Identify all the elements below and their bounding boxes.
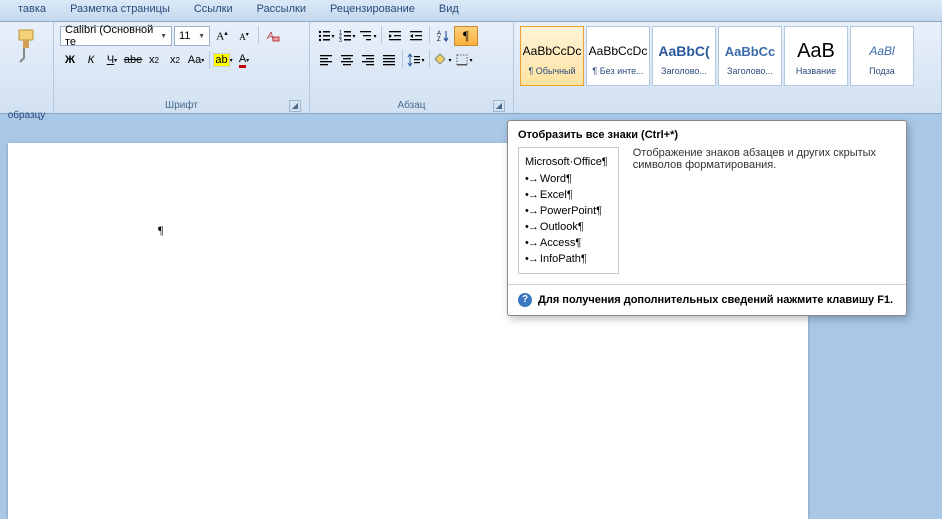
strikethrough-button[interactable]: abe xyxy=(123,50,143,70)
paragraph-group-label: Абзац ◢ xyxy=(316,98,507,113)
tooltip-list-item: InfoPath¶ xyxy=(525,251,608,267)
tooltip-footer-text: Для получения дополнительных сведений на… xyxy=(538,294,893,306)
group-clipboard: образцу xyxy=(0,22,54,113)
separator xyxy=(258,26,259,44)
style-name: Заголово... xyxy=(720,66,780,76)
paragraph-dialog-launcher[interactable]: ◢ xyxy=(493,100,505,112)
tooltip-description: Отображение знаков абзацев и других скры… xyxy=(633,147,896,274)
separator xyxy=(429,50,430,68)
group-paragraph: ▾ 123▾ ▾ AZ ¶ ▾ ▾ ▾ xyxy=(310,22,514,113)
font-dialog-launcher[interactable]: ◢ xyxy=(289,100,301,112)
shading-button[interactable]: ▾ xyxy=(433,50,453,70)
ribbon: образцу Calibri (Основной те ▼ 11 ▼ A▴ A… xyxy=(0,22,942,114)
tab-view[interactable]: Вид xyxy=(427,0,471,21)
font-size-value: 11 xyxy=(179,30,190,42)
dropdown-arrow-icon: ▼ xyxy=(198,33,205,40)
separator xyxy=(429,26,430,44)
svg-text:Z: Z xyxy=(437,37,441,43)
group-styles: AaBbCcDc¶ ОбычныйAaBbCcDc¶ Без инте...Aa… xyxy=(514,22,942,113)
style-gallery-item[interactable]: AaBbCcDc¶ Без инте... xyxy=(586,26,650,86)
sort-button[interactable]: AZ xyxy=(433,26,453,46)
ribbon-tabs: тавка Разметка страницы Ссылки Рассылки … xyxy=(0,0,942,22)
style-name: ¶ Обычный xyxy=(522,66,582,76)
dropdown-arrow-icon: ▼ xyxy=(160,33,167,40)
style-preview: AaBbCcDc xyxy=(523,36,582,66)
svg-text:3: 3 xyxy=(339,38,342,43)
style-name: Заголово... xyxy=(654,66,714,76)
tooltip-list-item: Access¶ xyxy=(525,235,608,251)
format-painter-icon[interactable] xyxy=(11,28,43,66)
underline-button[interactable]: Ч▾ xyxy=(102,50,122,70)
tab-mailings[interactable]: Рассылки xyxy=(245,0,318,21)
tooltip-list-item: Word¶ xyxy=(525,171,608,187)
italic-button[interactable]: К xyxy=(81,50,101,70)
style-preview: AaBbCcDc xyxy=(589,36,648,66)
tooltip-list-title: Microsoft·Office¶ xyxy=(525,154,608,170)
numbering-button[interactable]: 123▾ xyxy=(337,26,357,46)
subscript-button[interactable]: x2 xyxy=(144,50,164,70)
separator xyxy=(209,51,210,69)
tab-review[interactable]: Рецензирование xyxy=(318,0,427,21)
justify-button[interactable] xyxy=(379,50,399,70)
style-gallery-item[interactable]: AaBbCcЗаголово... xyxy=(718,26,782,86)
style-preview: AaBl xyxy=(869,36,894,66)
tooltip-example: Microsoft·Office¶ Word¶Excel¶PowerPoint¶… xyxy=(518,147,619,274)
style-gallery-item[interactable]: AaBНазвание xyxy=(784,26,848,86)
grow-font-button[interactable]: A▴ xyxy=(212,26,232,46)
shrink-font-button[interactable]: A▾ xyxy=(234,26,254,46)
font-name-combo[interactable]: Calibri (Основной те ▼ xyxy=(60,26,172,46)
style-preview: AaB xyxy=(797,36,835,66)
tooltip-show-hide: Отобразить все знаки (Ctrl+*) Microsoft·… xyxy=(507,120,907,316)
tab-references[interactable]: Ссылки xyxy=(182,0,245,21)
separator xyxy=(402,50,403,68)
paragraph-mark: ¶ xyxy=(158,223,163,238)
group-font: Calibri (Основной те ▼ 11 ▼ A▴ A▾ A Ж К … xyxy=(54,22,310,113)
tab-page-layout[interactable]: Разметка страницы xyxy=(58,0,182,21)
align-left-button[interactable] xyxy=(316,50,336,70)
tooltip-list-item: Excel¶ xyxy=(525,187,608,203)
style-name: ¶ Без инте... xyxy=(588,66,648,76)
bullets-button[interactable]: ▾ xyxy=(316,26,336,46)
superscript-button[interactable]: x2 xyxy=(165,50,185,70)
highlight-button[interactable]: ab▾ xyxy=(213,50,233,70)
increase-indent-button[interactable] xyxy=(406,26,426,46)
separator xyxy=(381,26,382,44)
line-spacing-button[interactable]: ▾ xyxy=(406,50,426,70)
help-icon: ? xyxy=(518,293,532,307)
style-gallery-item[interactable]: AaBlПодза xyxy=(850,26,914,86)
align-center-button[interactable] xyxy=(337,50,357,70)
tooltip-footer: ? Для получения дополнительных сведений … xyxy=(508,284,906,315)
style-gallery-item[interactable]: AaBbCcDc¶ Обычный xyxy=(520,26,584,86)
style-gallery-item[interactable]: AaBbC(Заголово... xyxy=(652,26,716,86)
tooltip-list-item: PowerPoint¶ xyxy=(525,203,608,219)
decrease-indent-button[interactable] xyxy=(385,26,405,46)
multilevel-list-button[interactable]: ▾ xyxy=(358,26,378,46)
bold-button[interactable]: Ж xyxy=(60,50,80,70)
tooltip-list-item: Outlook¶ xyxy=(525,219,608,235)
clear-formatting-button[interactable]: A xyxy=(263,26,283,46)
clipboard-label: образцу xyxy=(6,110,47,121)
style-name: Название xyxy=(786,66,846,76)
font-color-button[interactable]: A▾ xyxy=(234,50,254,70)
borders-button[interactable]: ▾ xyxy=(454,50,474,70)
align-right-button[interactable] xyxy=(358,50,378,70)
font-size-combo[interactable]: 11 ▼ xyxy=(174,26,210,46)
change-case-button[interactable]: Aa▾ xyxy=(186,50,206,70)
tooltip-title: Отобразить все знаки (Ctrl+*) xyxy=(508,121,906,147)
style-name: Подза xyxy=(852,66,912,76)
style-preview: AaBbC( xyxy=(658,36,709,66)
style-preview: AaBbCc xyxy=(725,36,776,66)
tab-insert[interactable]: тавка xyxy=(6,0,58,21)
show-hide-paragraph-button[interactable]: ¶ xyxy=(454,26,478,46)
font-name-value: Calibri (Основной те xyxy=(65,24,160,48)
font-group-label: Шрифт ◢ xyxy=(60,98,303,113)
